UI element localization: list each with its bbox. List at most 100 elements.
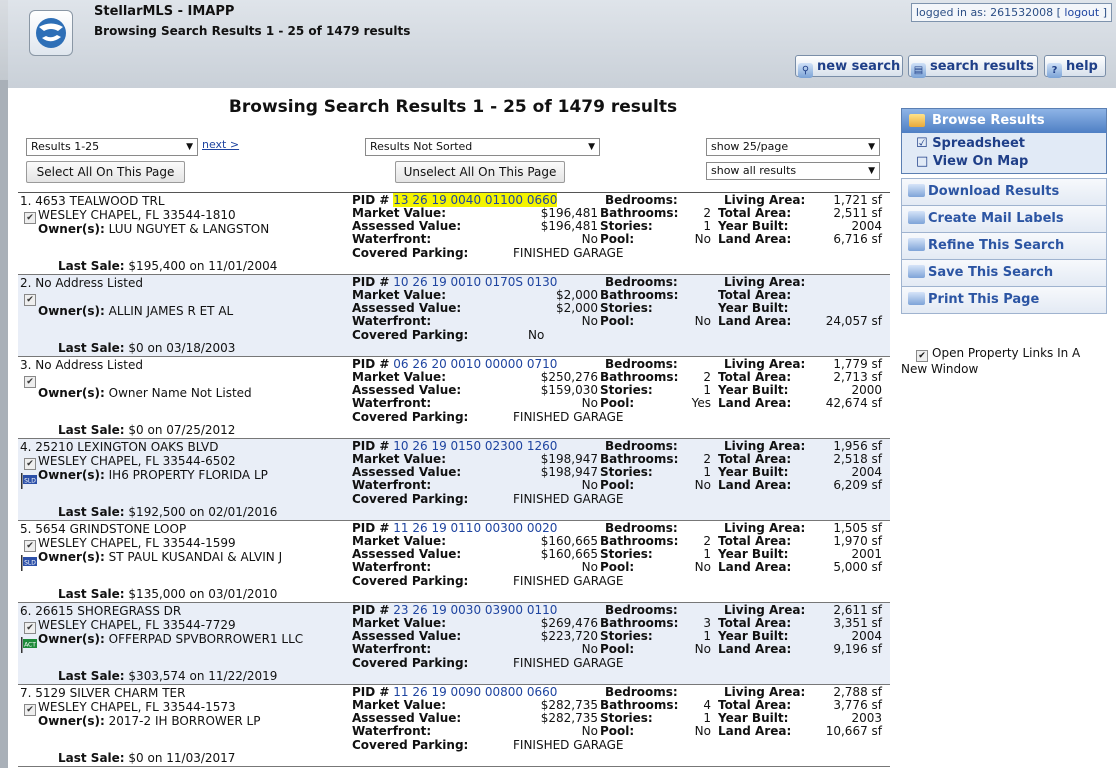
select-all-button[interactable]: Select All On This Page	[26, 161, 185, 183]
result-number: 2.	[20, 276, 32, 290]
result-address[interactable]: 2. No Address Listed	[20, 276, 143, 291]
result-checkbox[interactable]: ✔	[24, 458, 36, 470]
waterfront-label: Waterfront:	[352, 478, 432, 492]
checked-box-icon: ☑	[916, 136, 928, 151]
save-icon	[908, 265, 925, 278]
result-checkbox[interactable]: ✔	[24, 294, 36, 306]
result-address[interactable]: 3. No Address Listed	[20, 358, 143, 373]
refine-search-button[interactable]: Refine This Search	[901, 233, 1107, 260]
waterfront-label: Waterfront:	[352, 396, 432, 410]
unchecked-box-icon: □	[916, 154, 929, 169]
folder-icon	[909, 114, 925, 127]
spreadsheet-option[interactable]: ☑ Spreadsheet	[902, 135, 1106, 153]
owner-value: OFFERPAD SPVBORROWER1 LLC	[108, 632, 304, 646]
owner-value: ST PAUL KUSANDAI & ALVIN J	[108, 550, 283, 564]
result-checkbox[interactable]: ✔	[24, 622, 36, 634]
result-checkbox[interactable]: ✔	[24, 704, 36, 716]
unselect-all-button[interactable]: Unselect All On This Page	[395, 161, 565, 183]
last-sale-value: $0 on 11/03/2017	[128, 751, 236, 765]
owner-label: Owner(s):	[38, 386, 105, 400]
result-last-sale: Last Sale: $0 on 07/25/2012	[58, 423, 235, 438]
pid-link[interactable]: 13 26 19 0040 01100 0660	[393, 193, 558, 207]
browse-results-label: Browse Results	[932, 113, 1045, 128]
pool-value: No	[694, 724, 711, 738]
status-flag-icon: SLD	[20, 555, 38, 571]
results-list: 1. 4653 TEALWOOD TRL ✔ WESLEY CHAPEL, FL 3…	[18, 192, 890, 767]
result-address[interactable]: 6. 26615 SHOREGRASS DR	[20, 604, 182, 619]
covered-parking-label: Covered Parking:	[352, 410, 469, 424]
pool-label: Pool:	[600, 724, 635, 738]
new-search-button[interactable]: ⚲ new search	[795, 55, 903, 78]
sort-select[interactable]: Results Not Sorted ▼	[365, 138, 600, 156]
save-search-button[interactable]: Save This Search	[901, 260, 1107, 287]
owner-value: IH6 PROPERTY FLORIDA LP	[108, 468, 268, 482]
result-checkbox[interactable]: ✔	[24, 540, 36, 552]
waterfront-value: No	[581, 396, 598, 410]
covered-parking-label: Covered Parking:	[352, 492, 469, 506]
address-text: 5654 GRINDSTONE LOOP	[35, 522, 187, 536]
result-city: WESLEY CHAPEL, FL 33544-1810	[38, 208, 236, 222]
covered-parking-label: Covered Parking:	[352, 656, 469, 670]
help-button[interactable]: ? help	[1044, 55, 1106, 78]
app-frame: StellarMLS - IMAPP Browsing Search Resul…	[0, 0, 1116, 768]
pid-link[interactable]: 10 26 19 0150 02300 1260	[393, 439, 557, 453]
pid-link[interactable]: 11 26 19 0110 00300 0020	[393, 521, 557, 535]
result-address[interactable]: 7. 5129 SILVER CHARM TER	[20, 686, 185, 701]
pid-link[interactable]: 10 26 19 0010 0170S 0130	[393, 275, 557, 289]
covered-parking-value: FINISHED GARAGE	[513, 410, 624, 424]
download-results-button[interactable]: Download Results	[901, 178, 1107, 206]
result-number: 5.	[20, 522, 32, 536]
address-text: 26615 SHOREGRASS DR	[35, 604, 182, 618]
flag-text: ACT	[24, 642, 36, 649]
result-number: 4.	[20, 440, 32, 454]
create-mail-labels-label: Create Mail Labels	[928, 211, 1064, 226]
open-links-checkbox[interactable]: ✔	[916, 350, 928, 362]
result-address[interactable]: 5. 5654 GRINDSTONE LOOP	[20, 522, 187, 537]
search-results-button[interactable]: ▤ search results	[908, 55, 1038, 78]
chevron-down-icon: ▼	[186, 142, 193, 152]
owner-label: Owner(s):	[38, 222, 105, 236]
next-page-link[interactable]: next >	[202, 138, 239, 151]
pool-label: Pool:	[600, 396, 635, 410]
last-sale-label: Last Sale:	[58, 423, 125, 437]
land-area-value: 42,674 sf	[825, 396, 882, 410]
result-last-sale: Last Sale: $0 on 11/03/2017	[58, 751, 236, 766]
owner-label: Owner(s):	[38, 550, 105, 564]
create-mail-labels-button[interactable]: Create Mail Labels	[901, 206, 1107, 233]
print-page-button[interactable]: Print This Page	[901, 287, 1107, 314]
pool-value: Yes	[691, 396, 711, 410]
filter-select[interactable]: show all results ▼	[706, 162, 880, 180]
covered-parking-label: Covered Parking:	[352, 246, 469, 260]
result-checkbox[interactable]: ✔	[24, 376, 36, 388]
per-page-select[interactable]: show 25/page ▼	[706, 138, 880, 156]
chevron-down-icon: ▼	[868, 142, 875, 152]
pool-value: No	[694, 478, 711, 492]
address-text: 4653 TEALWOOD TRL	[35, 194, 165, 208]
result-number: 3.	[20, 358, 32, 372]
download-icon	[908, 184, 925, 197]
result-row: 6. 26615 SHOREGRASS DR ✔ WESLEY CHAPEL, FL…	[18, 603, 890, 685]
result-last-sale: Last Sale: $135,000 on 03/01/2010	[58, 587, 277, 602]
pid-link[interactable]: 23 26 19 0030 03900 0110	[393, 603, 557, 617]
download-results-label: Download Results	[928, 184, 1060, 199]
waterfront-label: Waterfront:	[352, 642, 432, 656]
last-sale-label: Last Sale:	[58, 505, 125, 519]
results-range-select[interactable]: Results 1-25 ▼	[26, 138, 198, 156]
per-page-value: show 25/page	[711, 140, 789, 153]
result-checkbox[interactable]: ✔	[24, 212, 36, 224]
pid-label: PID #	[352, 603, 390, 617]
page-title: Browsing Search Results 1 - 25 of 1479 r…	[228, 97, 678, 117]
pid-link[interactable]: 06 26 20 0010 00000 0710	[393, 357, 557, 371]
pid-label: PID #	[352, 357, 390, 371]
land-area-value: 24,057 sf	[825, 314, 882, 328]
result-number: 1.	[20, 194, 32, 208]
owner-value: Owner Name Not Listed	[108, 386, 252, 400]
open-links-option[interactable]: ✔ Open Property Links In A New Window	[901, 346, 1101, 377]
result-address[interactable]: 4. 25210 LEXINGTON OAKS BLVD	[20, 440, 219, 455]
view-on-map-option[interactable]: □ View On Map	[902, 153, 1106, 171]
app-header: StellarMLS - IMAPP Browsing Search Resul…	[8, 0, 1116, 89]
pid-link[interactable]: 11 26 19 0090 00800 0660	[393, 685, 557, 699]
result-address[interactable]: 1. 4653 TEALWOOD TRL	[20, 194, 165, 209]
logout-link[interactable]: logout	[1064, 6, 1099, 19]
covered-parking-value: FINISHED GARAGE	[513, 574, 624, 588]
